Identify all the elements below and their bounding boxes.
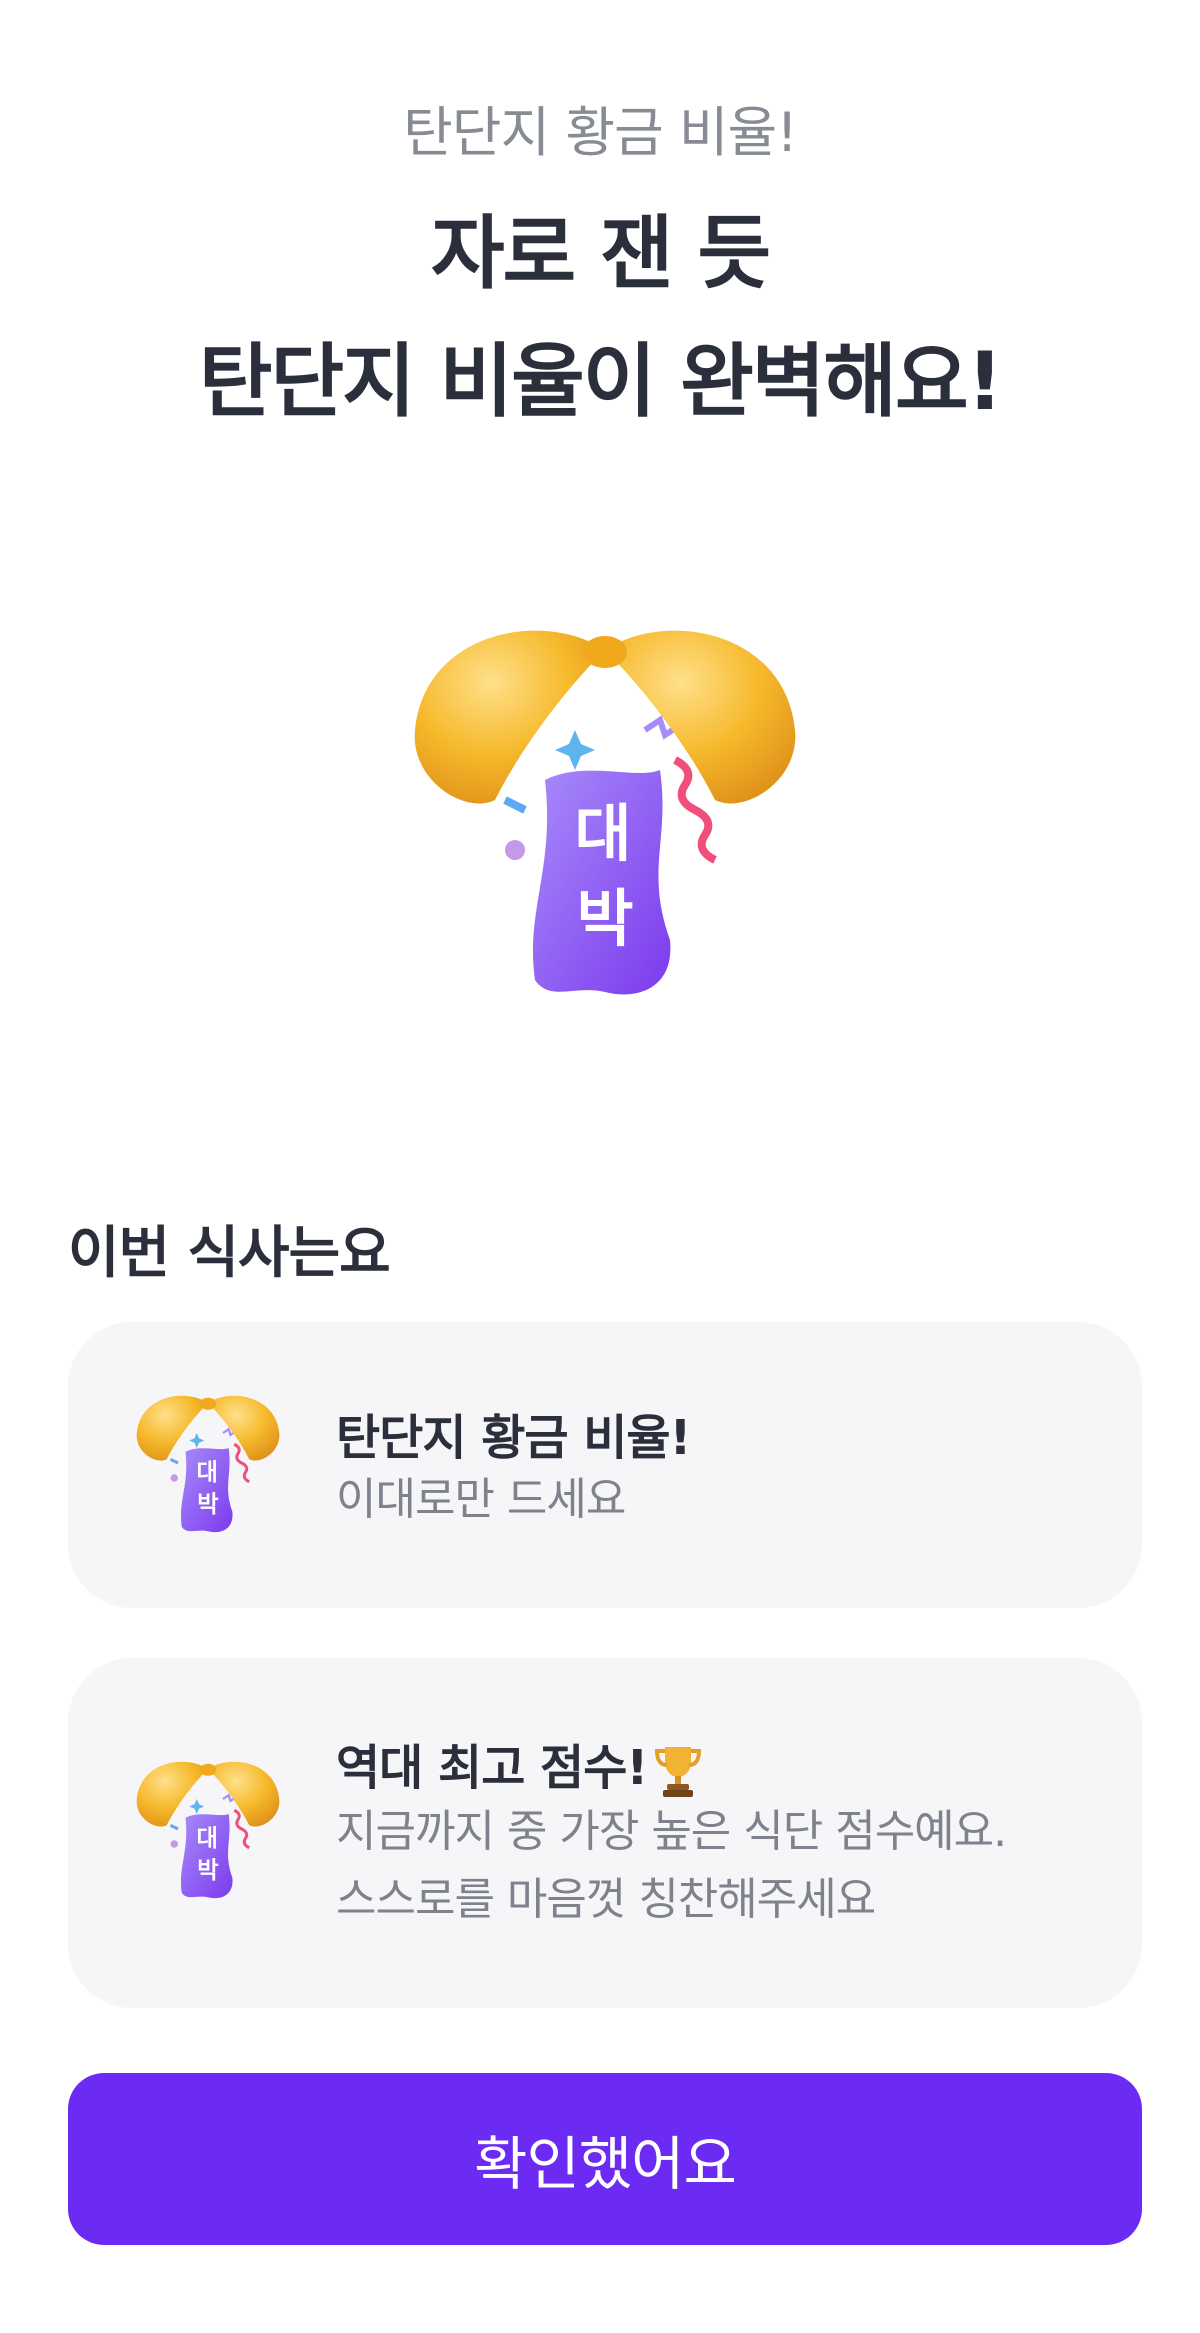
jackpot-fortune-cookie-icon: [400, 610, 810, 1010]
result-title: 자로 잰 듯 탄단지 비율이 완벽해요!: [0, 190, 1200, 446]
jackpot-fortune-cookie-icon: [128, 1388, 288, 1538]
card-title: 역대 최고 점수!: [336, 1728, 703, 1799]
meal-feedback-card: 탄단지 황금 비율! 이대로만 드세요: [68, 1322, 1142, 1608]
card-desc-line: 스스로를 마음껏 칭찬해주세요: [336, 1874, 876, 1925]
confirm-button[interactable]: 확인했어요: [68, 2073, 1142, 2245]
card-description: 지금까지 중 가장 높은 식단 점수예요. 스스로를 마음껏 칭찬해주세요: [336, 1798, 1007, 1934]
result-subtitle: 탄단지 황금 비율!: [403, 101, 798, 164]
trophy-icon: [655, 1747, 702, 1797]
title-line-1: 자로 잰 듯: [430, 207, 771, 300]
meal-feedback-card: 역대 최고 점수! 지금까지 중 가장 높은 식단 점수예요. 스스로를 마음껏…: [68, 1658, 1142, 2008]
card-desc-line: 지금까지 중 가장 높은 식단 점수예요.: [336, 1806, 1007, 1857]
title-line-2: 탄단지 비율이 완벽해요!: [198, 335, 1003, 428]
jackpot-fortune-cookie-icon: [128, 1754, 288, 1904]
card-title-text: 역대 최고 점수!: [336, 1740, 648, 1796]
meal-section-label: 이번 식사는요: [68, 1221, 391, 1286]
card-desc-line: 이대로만 드세요: [336, 1474, 626, 1525]
card-title: 탄단지 황금 비율!: [336, 1410, 691, 1466]
card-description: 이대로만 드세요: [336, 1466, 626, 1534]
